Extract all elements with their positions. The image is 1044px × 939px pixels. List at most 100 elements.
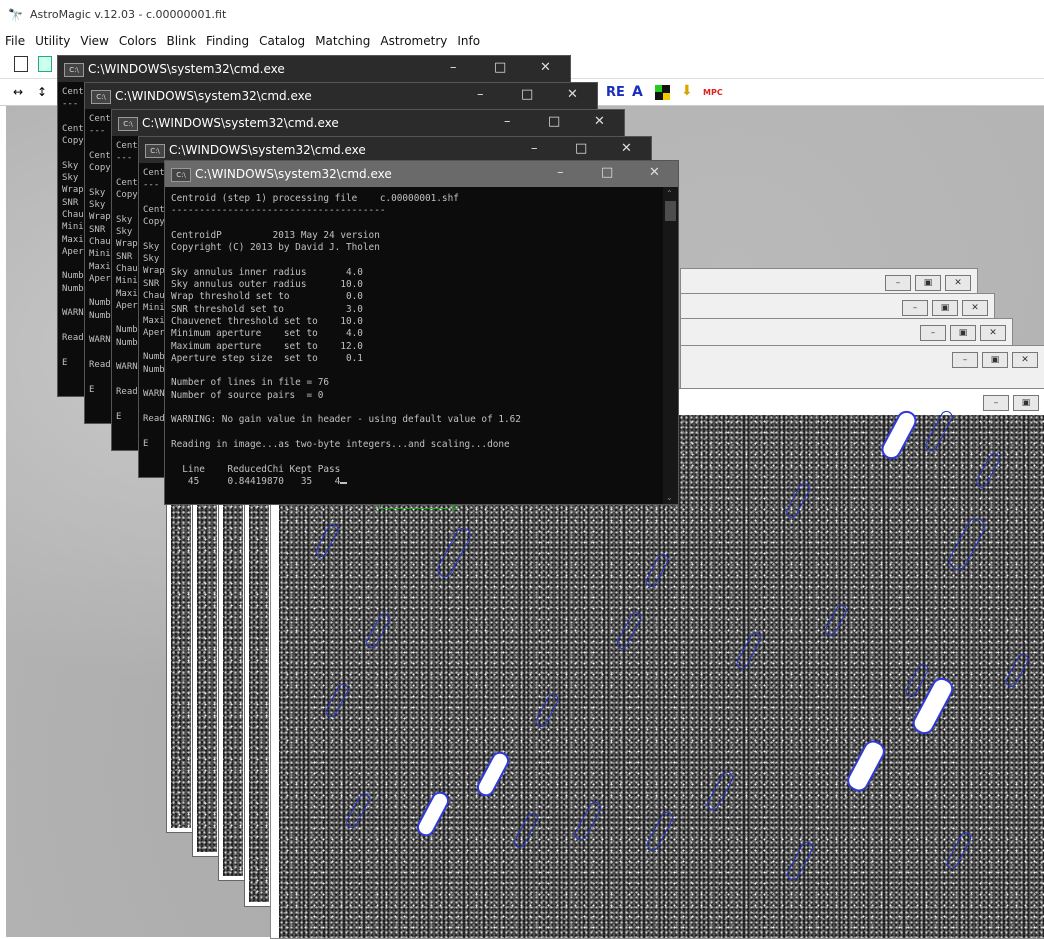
close-icon[interactable]: ✕	[540, 60, 551, 75]
cmd-line: Minimum aperture set to 4.0	[171, 328, 363, 340]
cmd-line: SNR threshold set to 3.0	[171, 303, 363, 315]
vertical-arrows-icon[interactable]: ↕	[34, 84, 50, 100]
download-arrow-icon[interactable]: ⬇	[681, 83, 693, 99]
menu-info[interactable]: Info	[452, 34, 485, 48]
mpc-button[interactable]: MPC	[703, 88, 723, 97]
star-streak	[344, 791, 372, 830]
minimize-icon[interactable]: –	[885, 275, 911, 291]
menu-utility[interactable]: Utility	[30, 34, 75, 48]
close-icon[interactable]: ✕	[567, 87, 578, 102]
star-streak	[572, 799, 604, 843]
minimize-icon[interactable]: –	[531, 141, 538, 156]
astromagic-logo-icon: 🔭	[8, 8, 23, 22]
star-streak	[877, 407, 921, 463]
cmd-window-active[interactable]: C:\ C:\WINDOWS\system32\cmd.exe – □ ✕ Ce…	[164, 160, 679, 505]
app-titlebar: 🔭 AstroMagic v.12.03 - c.00000001.fit	[0, 0, 1044, 30]
star-streak	[364, 611, 392, 650]
restore-icon[interactable]: ▣	[915, 275, 941, 291]
star-streak	[644, 809, 676, 853]
star-streak	[734, 630, 764, 671]
close-icon[interactable]: ✕	[962, 300, 988, 316]
cmd-line: Reading in image...as two-byte integers.…	[171, 438, 510, 450]
scrollbar-thumb[interactable]	[665, 201, 676, 221]
close-icon[interactable]: ✕	[621, 141, 632, 156]
cmd-output[interactable]: Centroid (step 1) processing file c.0000…	[171, 193, 658, 488]
compass-arrow	[379, 508, 449, 509]
menu-view[interactable]: View	[75, 34, 113, 48]
close-icon[interactable]: ✕	[594, 114, 605, 129]
cmd-output-fragment: Cent --- Cent Copy Sky Sky Wrap SNR Chau…	[143, 168, 165, 449]
app-title: AstroMagic v.12.03 - c.00000001.fit	[30, 8, 227, 21]
close-icon[interactable]: ✕	[1012, 352, 1038, 368]
maximize-icon[interactable]: □	[575, 141, 587, 156]
star-streak	[313, 522, 341, 559]
maximize-icon[interactable]: □	[494, 60, 506, 75]
star-streak	[945, 515, 989, 573]
cmd-icon: C:\	[64, 63, 84, 77]
menu-colors[interactable]: Colors	[114, 34, 162, 48]
cmd-scrollbar[interactable]: ⌃ ⌄	[663, 187, 678, 504]
cmd-icon: C:\	[91, 90, 111, 104]
minimize-icon[interactable]: –	[504, 114, 511, 129]
minimize-icon[interactable]: –	[983, 395, 1009, 411]
minimize-icon[interactable]: –	[902, 300, 928, 316]
menu-catalog[interactable]: Catalog	[254, 34, 310, 48]
cmd-line: Line ReducedChi Kept Pass	[171, 463, 341, 475]
horizontal-arrows-icon[interactable]: ↔	[10, 84, 26, 100]
star-streak	[843, 736, 889, 796]
star-streak	[413, 788, 453, 840]
scroll-up-icon[interactable]: ⌃	[666, 189, 673, 198]
cmd-line: 45 0.84419870 35 4	[171, 475, 341, 487]
grid-icon[interactable]	[655, 85, 670, 100]
minimize-icon[interactable]: –	[952, 352, 978, 368]
menu-finding[interactable]: Finding	[201, 34, 254, 48]
star-streak	[784, 839, 816, 883]
star-streak	[533, 692, 561, 729]
restore-icon[interactable]: ▣	[950, 325, 976, 341]
cmd-line: --------------------------------------	[171, 205, 386, 217]
cmd-titlebar[interactable]: C:\ C:\WINDOWS\system32\cmd.exe – □ ✕	[85, 83, 597, 109]
cmd-titlebar[interactable]: C:\ C:\WINDOWS\system32\cmd.exe – □ ✕	[58, 56, 570, 82]
cmd-line: Chauvenet threshold set to 10.0	[171, 315, 363, 327]
maximize-icon[interactable]: □	[548, 114, 560, 129]
star-streak	[704, 769, 736, 813]
maximize-icon[interactable]: □	[521, 87, 533, 102]
star-streak	[784, 481, 812, 520]
minimize-icon[interactable]: –	[557, 165, 564, 180]
restore-icon[interactable]: ▣	[932, 300, 958, 316]
menu-matching[interactable]: Matching	[310, 34, 375, 48]
annotate-button[interactable]: A	[632, 84, 643, 100]
cmd-line: Sky annulus outer radius 10.0	[171, 279, 363, 291]
star-streak	[1003, 652, 1031, 689]
menu-astrometry[interactable]: Astrometry	[375, 34, 452, 48]
close-icon[interactable]: ✕	[980, 325, 1006, 341]
menu-file[interactable]: File	[0, 34, 30, 48]
star-streak	[614, 610, 644, 651]
minimize-icon[interactable]: –	[477, 87, 484, 102]
re-button[interactable]: RE	[606, 85, 625, 100]
text-cursor	[340, 481, 348, 484]
star-streak	[434, 525, 474, 580]
new-file-icon[interactable]	[14, 56, 28, 72]
star-streak	[923, 408, 955, 454]
open-file-icon[interactable]	[38, 56, 52, 72]
minimize-icon[interactable]: –	[920, 325, 946, 341]
cmd-titlebar[interactable]: C:\ C:\WINDOWS\system32\cmd.exe – □ ✕	[165, 161, 678, 187]
cmd-line: Aperture step size set to 0.1	[171, 352, 363, 364]
menu-blink[interactable]: Blink	[161, 34, 200, 48]
cmd-line: CentroidP 2013 May 24 version	[171, 229, 380, 241]
restore-icon[interactable]: ▣	[982, 352, 1008, 368]
maximize-icon[interactable]: □	[601, 165, 613, 180]
restore-icon[interactable]: ▣	[1013, 395, 1039, 411]
cmd-titlebar[interactable]: C:\ C:\WINDOWS\system32\cmd.exe – □ ✕	[112, 110, 624, 136]
cmd-line: Number of lines in file = 76	[171, 377, 330, 389]
scroll-down-icon[interactable]: ⌄	[666, 493, 673, 502]
star-streak	[512, 811, 540, 850]
star-streak	[823, 602, 849, 639]
minimize-icon[interactable]: –	[450, 60, 457, 75]
cmd-icon: C:\	[171, 168, 191, 182]
close-icon[interactable]: ✕	[945, 275, 971, 291]
star-streak	[944, 830, 974, 871]
close-icon[interactable]: ✕	[649, 165, 660, 180]
cmd-icon: C:\	[118, 117, 138, 131]
